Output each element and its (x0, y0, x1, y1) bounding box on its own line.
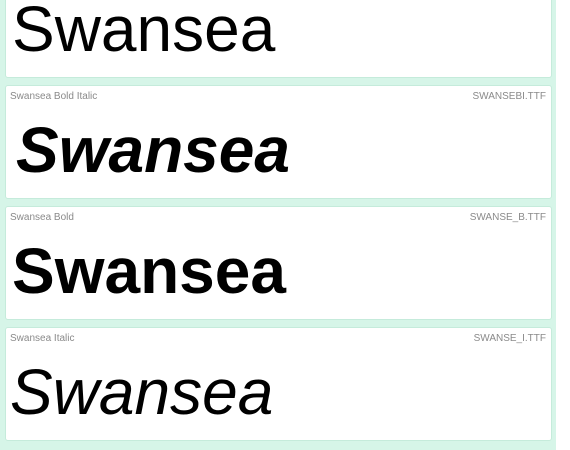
font-name-label: Swansea Bold Italic (10, 91, 98, 102)
font-name-label: Swansea Bold (10, 212, 74, 223)
font-preview-list-viewport[interactable]: Swansea Swansea Bold Italic SWANSEBI.TTF… (0, 0, 570, 450)
font-sample-text: Swansea (10, 356, 274, 428)
font-file-label: SWANSEBI.TTF (472, 91, 546, 102)
font-sample-text: Swansea (12, 0, 276, 65)
font-card-regular[interactable]: Swansea (5, 0, 552, 78)
font-file-label: SWANSE_I.TTF (473, 333, 546, 344)
font-file-label: SWANSE_B.TTF (469, 212, 546, 223)
font-card-bold[interactable]: Swansea Bold SWANSE_B.TTF Swansea (5, 206, 552, 320)
vertical-scrollbar[interactable] (556, 0, 570, 450)
font-preview-list: Swansea Swansea Bold Italic SWANSEBI.TTF… (5, 0, 552, 448)
font-sample-text: Swansea (12, 235, 286, 307)
font-card-italic[interactable]: Swansea Italic SWANSE_I.TTF Swansea (5, 327, 552, 441)
font-sample-text: Swansea (16, 114, 290, 186)
font-card-bold-italic[interactable]: Swansea Bold Italic SWANSEBI.TTF Swansea (5, 85, 552, 199)
font-name-label: Swansea Italic (10, 333, 75, 344)
